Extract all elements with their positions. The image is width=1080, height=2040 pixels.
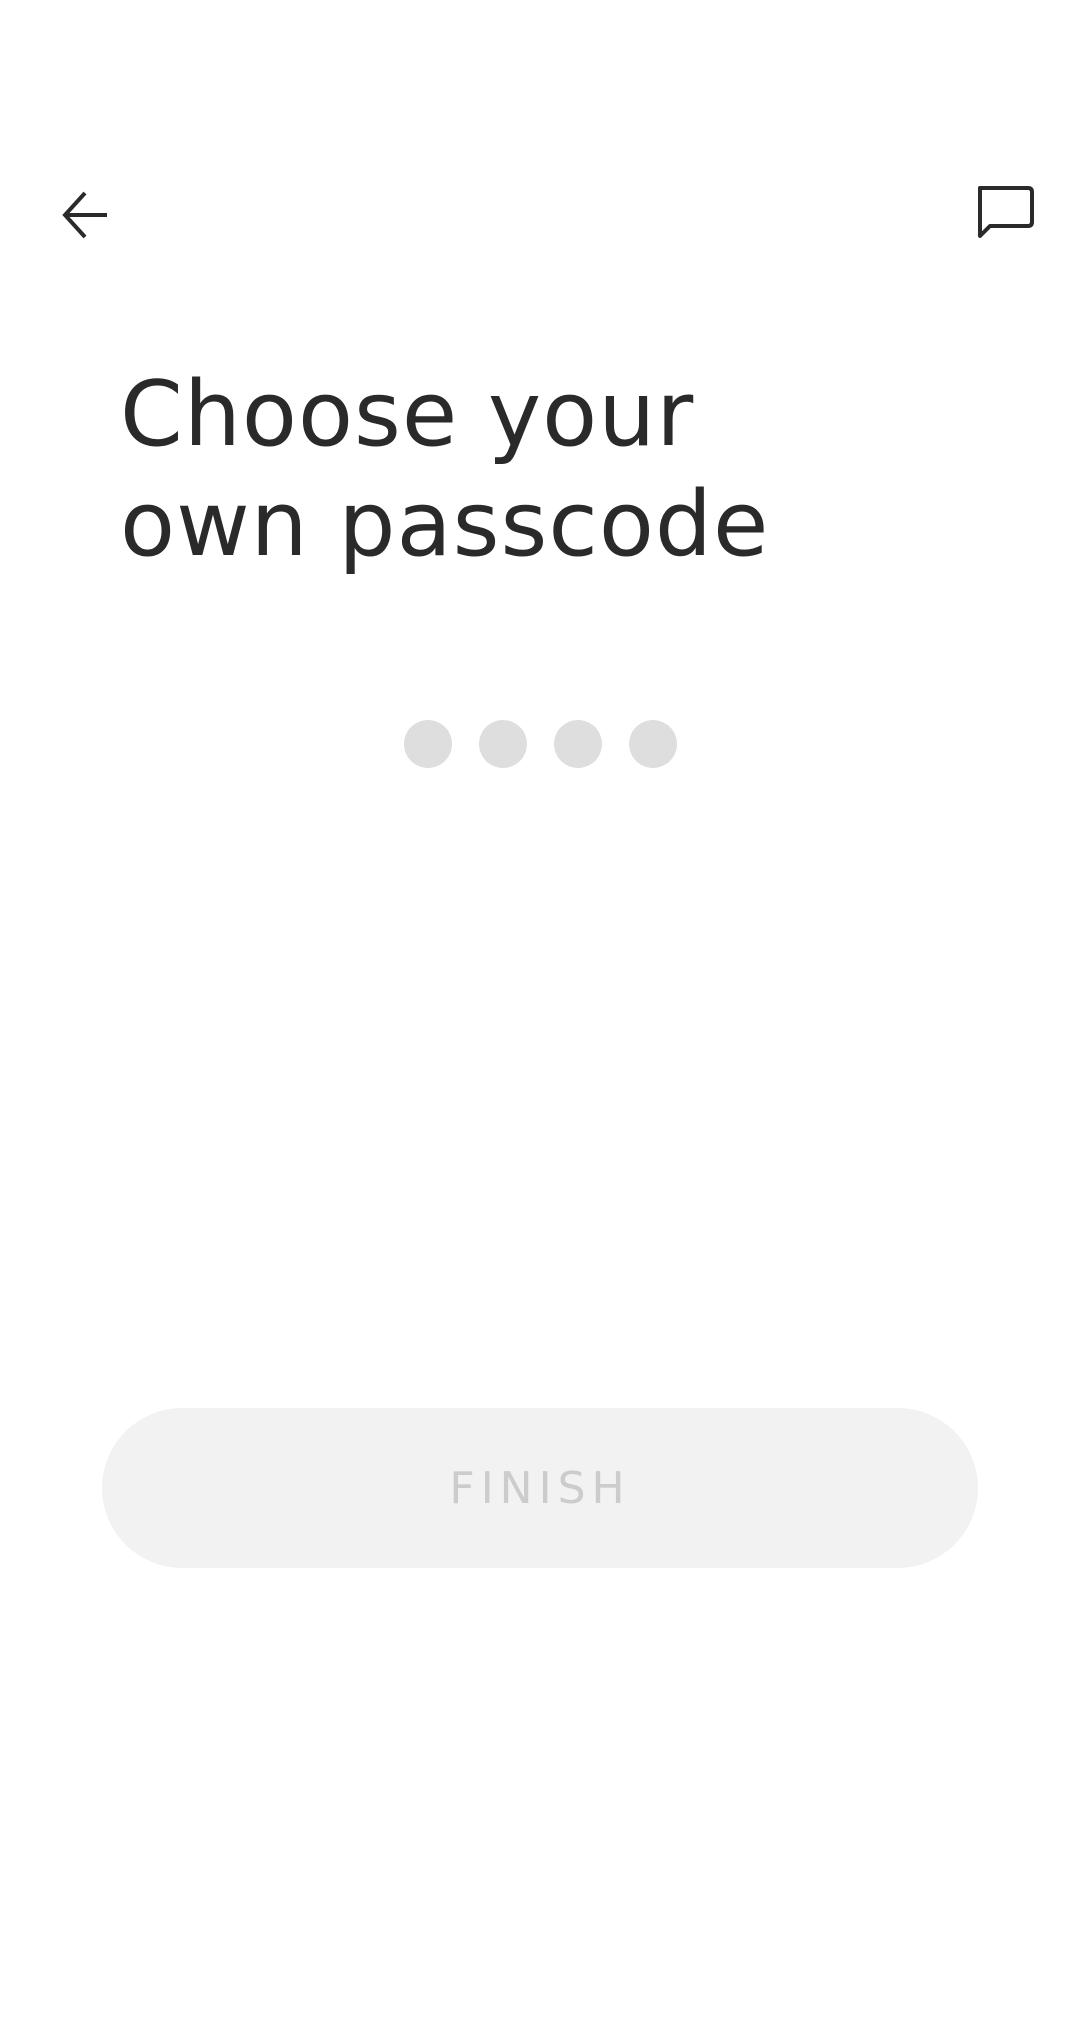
back-button[interactable] [40,180,130,250]
chat-button[interactable] [960,175,1050,255]
top-bar [0,150,1080,280]
arrow-left-icon [62,191,107,239]
passcode-indicator [404,720,677,770]
finish-button[interactable]: FINISH [102,1408,978,1568]
chat-bubble-icon [978,186,1034,238]
passcode-dot-2 [479,720,527,768]
title-line-1: Choose your [120,362,695,467]
passcode-dot-3 [554,720,602,768]
page-title: Choose your own passcode [120,360,980,580]
title-line-2: own passcode [120,472,770,577]
passcode-dot-4 [629,720,677,768]
passcode-dot-1 [404,720,452,768]
